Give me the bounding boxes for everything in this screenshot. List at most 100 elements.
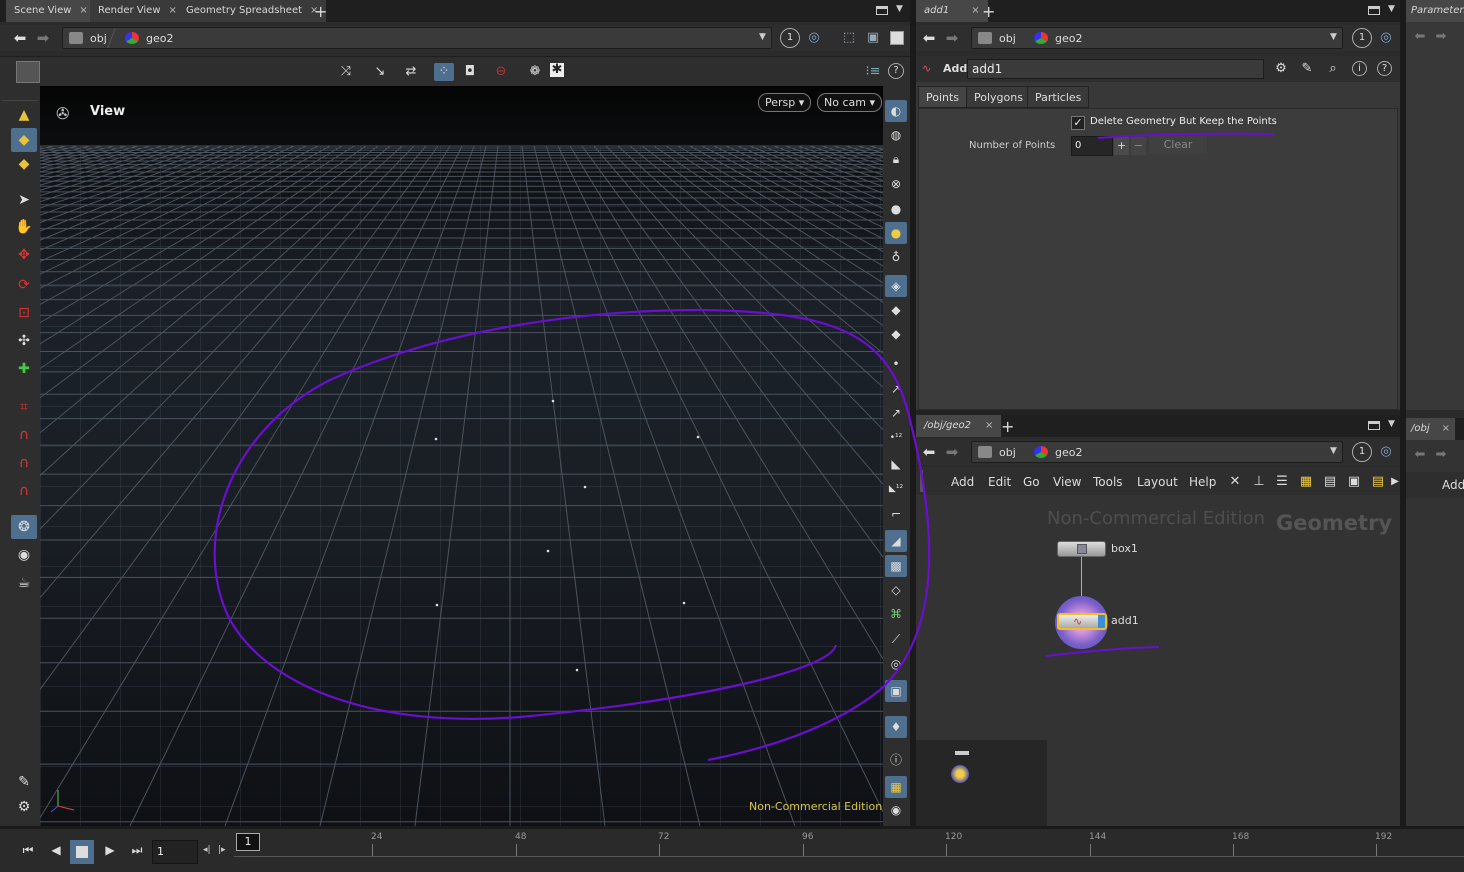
eye-icon[interactable]: ◉	[885, 799, 907, 821]
cube-icon[interactable]: ⬚	[840, 29, 858, 47]
link-number-button[interactable]: 1	[1352, 442, 1372, 462]
add1-node[interactable]: ∿	[1057, 613, 1107, 630]
link-number-button[interactable]: 1	[1352, 28, 1372, 48]
breadcrumb-obj[interactable]: obj	[999, 31, 1016, 47]
viewport[interactable]: ✇ View Persp ▾ No cam ▾ Non-Commercial E…	[40, 86, 883, 826]
forward-arrow-icon[interactable]: ➡	[34, 29, 52, 47]
view-handle-icon[interactable]: ◐	[885, 100, 907, 122]
close-icon[interactable]: ×	[169, 5, 177, 16]
remove-point-button[interactable]: −	[1131, 137, 1146, 155]
ghost-icon[interactable]: ⊗	[885, 173, 907, 195]
magnet-b-icon[interactable]: ∩	[11, 451, 37, 475]
tab-particles[interactable]: Particles	[1027, 86, 1090, 108]
pick-tool-icon[interactable]: ✋	[11, 215, 37, 239]
chevron-down-icon[interactable]: ▼	[1330, 32, 1337, 42]
close-icon[interactable]: ×	[971, 5, 979, 16]
curve-icon[interactable]: ⟋	[885, 628, 907, 650]
point-number-icon[interactable]: •¹²	[885, 427, 907, 449]
paint-tool-icon[interactable]: ◆	[11, 128, 37, 152]
select-mode-icon[interactable]: ⤨	[337, 63, 355, 81]
far-right-add-menu[interactable]: Add	[1442, 478, 1464, 492]
back-arrow-icon[interactable]: ⬅	[11, 29, 29, 47]
tab-points[interactable]: Points	[918, 86, 968, 108]
forward-arrow-icon[interactable]: ➡	[943, 443, 961, 461]
visibility-icon[interactable]: ◍	[885, 124, 907, 146]
gear-icon[interactable]: ⚙	[1272, 60, 1290, 78]
pose-tool-icon[interactable]: ✚	[11, 357, 37, 381]
info-icon[interactable]: i	[1352, 61, 1367, 76]
display-options-icon[interactable]: ⁝≡	[864, 63, 882, 81]
menu-add[interactable]: Add	[951, 473, 974, 491]
help-icon[interactable]: ?	[1377, 61, 1392, 76]
grid-snap-icon[interactable]	[16, 61, 40, 83]
light-icon[interactable]: ●	[885, 222, 907, 244]
texture-icon[interactable]: ▩	[885, 555, 907, 577]
close-icon[interactable]: ×	[985, 420, 993, 431]
network-overview[interactable]	[916, 740, 1047, 828]
magnet-c-icon[interactable]: ∩	[11, 479, 37, 503]
prim-number-icon[interactable]: ◣¹²	[885, 478, 907, 500]
path-field[interactable]: obj geo2 ▼	[971, 441, 1343, 463]
pane-menu-icon[interactable]	[1368, 421, 1380, 430]
settings-tool-icon[interactable]: ⚙	[11, 795, 37, 819]
wrench-icon[interactable]: ✕	[1226, 473, 1244, 491]
normal-icon[interactable]: ↗	[885, 378, 907, 400]
tab-scene-view[interactable]: Scene View ×	[6, 0, 97, 22]
frame-field[interactable]: 1	[152, 840, 198, 864]
target-icon[interactable]: ◎	[805, 29, 823, 47]
add-tab-button[interactable]: +	[982, 2, 995, 21]
cam-button[interactable]: No cam ▾	[817, 93, 882, 112]
view-config-icon[interactable]: ▣	[864, 29, 882, 47]
camera-snap-icon[interactable]: ❁	[526, 63, 544, 81]
forward-arrow-icon[interactable]: ➡	[943, 29, 961, 47]
add-tab-button[interactable]: +	[314, 2, 327, 21]
grid-color-icon[interactable]: ▦	[1297, 473, 1315, 491]
map-icon[interactable]: ⌘	[885, 603, 907, 625]
render-tool-icon[interactable]: ☕	[11, 571, 37, 595]
tab-add1[interactable]: add1 ×	[916, 0, 989, 22]
back-arrow-icon[interactable]: ⬅	[920, 29, 938, 47]
rotate-tool-icon[interactable]: ⟳	[11, 273, 37, 297]
persp-button[interactable]: Persp ▾	[758, 93, 812, 112]
menu-edit[interactable]: Edit	[988, 473, 1011, 491]
node-name-field[interactable]: add1	[967, 59, 1264, 79]
pin-icon[interactable]: ♦	[885, 716, 907, 738]
magnet-a-icon[interactable]: ∩	[11, 423, 37, 447]
step-back-button[interactable]: ◀	[46, 843, 66, 861]
scale-tool-icon[interactable]: ⊡	[11, 301, 37, 325]
breadcrumb-obj[interactable]: obj	[90, 31, 107, 47]
num-points-field[interactable]: 0	[1071, 136, 1113, 156]
chevron-down-icon[interactable]: ▼	[896, 4, 903, 14]
back-arrow-icon[interactable]: ⬅	[1411, 446, 1429, 464]
help-icon[interactable]: ?	[888, 63, 904, 79]
select-prims-icon[interactable]: ◘	[461, 63, 479, 81]
breadcrumb-geo2[interactable]: geo2	[146, 31, 173, 47]
back-arrow-icon[interactable]: ⬅	[1411, 28, 1429, 46]
breadcrumb-geo2[interactable]: geo2	[1055, 445, 1082, 461]
menu-layout[interactable]: Layout	[1137, 473, 1178, 491]
pane-menu-icon[interactable]	[1368, 6, 1380, 15]
shade-b-icon[interactable]: ◆	[885, 323, 907, 345]
select-loop-icon[interactable]: ⇄	[402, 63, 420, 81]
select-edge-icon[interactable]: ↘	[371, 63, 389, 81]
jump-end-button[interactable]: ⏭	[125, 843, 149, 861]
path-field[interactable]: obj geo2 ▼	[62, 27, 772, 49]
brush-tool-icon[interactable]: ▲	[11, 103, 37, 127]
pane-menu-icon[interactable]	[876, 6, 888, 15]
shade-icon[interactable]: ◆	[885, 299, 907, 321]
sticky-note-icon[interactable]: ▤	[1369, 473, 1387, 491]
jump-start-button[interactable]: ⏮	[16, 843, 40, 861]
info-icon[interactable]: ⓘ	[885, 749, 907, 771]
uv-icon[interactable]: ◇	[885, 579, 907, 601]
path-field[interactable]: obj geo2 ▼	[971, 27, 1343, 49]
forward-arrow-icon[interactable]: ➡	[1432, 446, 1450, 464]
search-icon[interactable]: ⌕	[1324, 60, 1342, 78]
keep-points-checkbox[interactable]: ✓	[1071, 116, 1085, 130]
point-display-icon[interactable]: •	[885, 353, 907, 375]
link-number-button[interactable]: 1	[780, 28, 800, 48]
close-icon[interactable]: ×	[79, 5, 87, 16]
tab-geometry-spreadsheet[interactable]: Geometry Spreadsheet ×	[178, 0, 328, 22]
breadcrumb-obj[interactable]: obj	[999, 445, 1016, 461]
menu-view[interactable]: View	[1053, 473, 1081, 491]
tab-polygons[interactable]: Polygons	[966, 86, 1031, 108]
